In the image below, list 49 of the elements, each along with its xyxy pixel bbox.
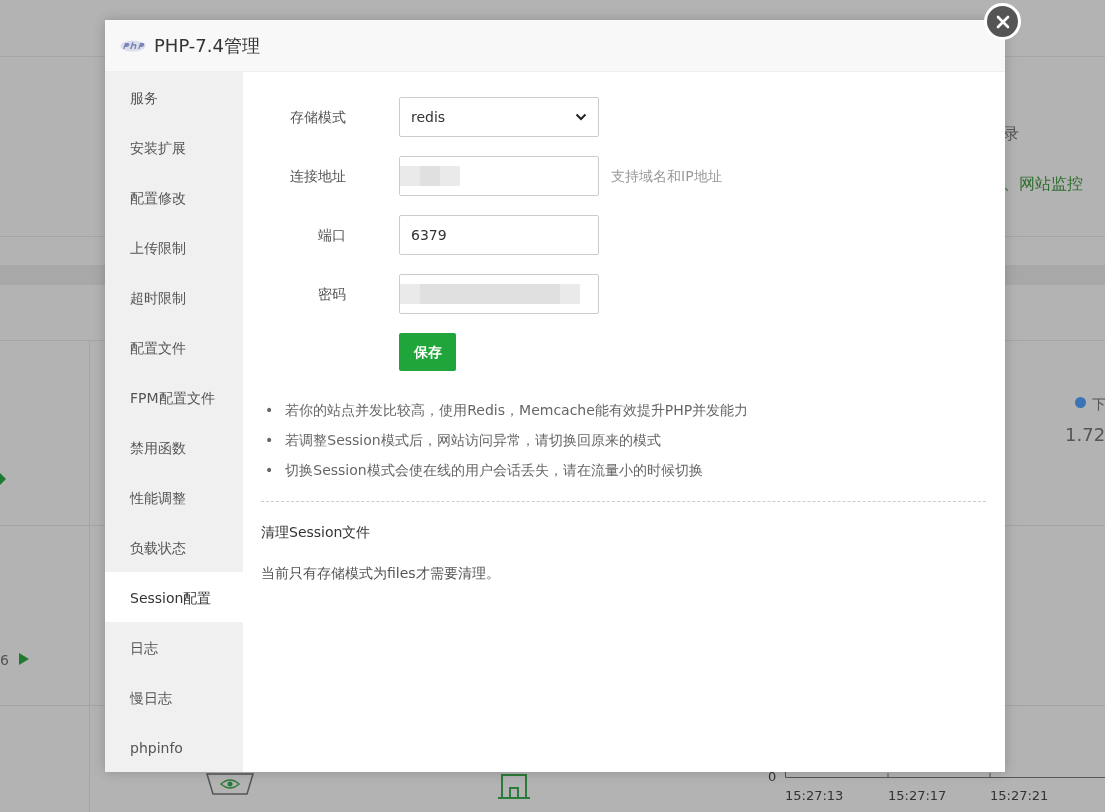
sidebar-item[interactable]: FPM配置文件: [105, 372, 243, 422]
eye-icon: [205, 772, 255, 796]
sidebar-item[interactable]: 慢日志: [105, 672, 243, 722]
axis-label: 15:27:21: [990, 787, 1049, 805]
legend-label: 下: [1092, 395, 1105, 414]
stat-value: 1.72: [1065, 423, 1105, 447]
field-label: 密码: [317, 284, 347, 304]
input-field[interactable]: [399, 156, 599, 196]
count-text: 6: [0, 651, 9, 670]
close-icon: [995, 14, 1010, 29]
sidebar-item[interactable]: 负载状态: [105, 522, 243, 572]
sidebar-item[interactable]: Session配置: [105, 572, 243, 622]
bullet-marker: •: [265, 401, 274, 420]
axis-label: 0: [768, 768, 777, 786]
blurred-value-drawing: [400, 166, 460, 186]
sidebar-item[interactable]: phpinfo: [105, 722, 243, 772]
bullet-marker: •: [265, 431, 274, 450]
sidebar-item[interactable]: 上传限制: [105, 222, 243, 272]
php-logo-icon: [120, 39, 146, 52]
dialog-title: PHP-7.4管理: [154, 34, 260, 58]
section-title: 清理Session文件: [261, 523, 372, 542]
input-field[interactable]: 6379: [399, 215, 599, 255]
tip-text: 切换Session模式会使在线的用户会话丢失，请在流量小的时候切换: [285, 461, 703, 480]
field-hint: 支持域名和IP地址: [611, 166, 722, 186]
sidebar-item[interactable]: 超时限制: [105, 272, 243, 322]
sidebar-item[interactable]: 配置文件: [105, 322, 243, 372]
field-label: 连接地址: [289, 166, 347, 186]
sidebar-item[interactable]: 服务: [105, 72, 243, 122]
field-label: 端口: [317, 225, 347, 245]
axis-label: 15:27:17: [888, 787, 947, 805]
field-label: 存储模式: [289, 107, 347, 127]
tip-text: 若你的站点并发比较高，使用Redis，Memcache能有效提升PHP并发能力: [285, 401, 749, 420]
play-icon: [19, 653, 29, 665]
play-icon: [0, 473, 6, 485]
bullet-marker: •: [265, 461, 274, 480]
sidebar-item[interactable]: 禁用函数: [105, 422, 243, 472]
sidebar-item[interactable]: 日志: [105, 622, 243, 672]
storage-select[interactable]: redis: [399, 97, 599, 137]
clean-note: 当前只有存储模式为files才需要清理。: [261, 564, 501, 583]
tip-text: 若调整Session模式后，网站访问异常，请切换回原来的模式: [285, 431, 661, 450]
axis-label: 15:27:13: [785, 787, 844, 805]
sidebar-item[interactable]: 安装扩展: [105, 122, 243, 172]
close-button[interactable]: [984, 3, 1021, 40]
legend-dot-icon: [1075, 397, 1086, 408]
sidebar-item[interactable]: 配置修改: [105, 172, 243, 222]
input-field[interactable]: [399, 274, 599, 314]
sidebar-item[interactable]: 性能调整: [105, 472, 243, 522]
background-text: 录: [1003, 123, 1019, 145]
chevron-down-icon: [575, 113, 587, 121]
